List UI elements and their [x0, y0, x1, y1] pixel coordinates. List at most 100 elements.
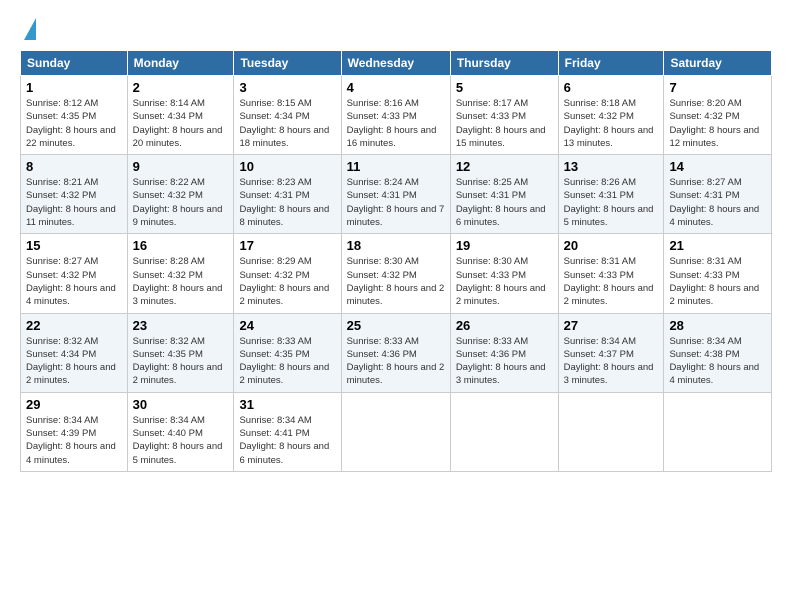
day-number: 13	[564, 159, 659, 174]
day-detail: Sunrise: 8:33 AMSunset: 4:35 PMDaylight:…	[239, 335, 335, 388]
day-detail: Sunrise: 8:24 AMSunset: 4:31 PMDaylight:…	[347, 176, 445, 229]
calendar-week-5: 29 Sunrise: 8:34 AMSunset: 4:39 PMDayligh…	[21, 392, 772, 471]
day-detail: Sunrise: 8:22 AMSunset: 4:32 PMDaylight:…	[133, 176, 229, 229]
day-detail: Sunrise: 8:27 AMSunset: 4:31 PMDaylight:…	[669, 176, 766, 229]
day-23: 23Sunrise: 8:32 AMSunset: 4:35 PMDayligh…	[127, 313, 234, 392]
calendar-week-2: 8 Sunrise: 8:21 AMSunset: 4:32 PMDaylight…	[21, 155, 772, 234]
day-detail: Sunrise: 8:34 AMSunset: 4:37 PMDaylight:…	[564, 335, 659, 388]
day-number: 1	[26, 80, 122, 95]
calendar-table: Sunday Monday Tuesday Wednesday Thursday…	[20, 50, 772, 472]
day-21: 21Sunrise: 8:31 AMSunset: 4:33 PMDayligh…	[664, 234, 772, 313]
empty-cell	[341, 392, 450, 471]
day-number: 12	[456, 159, 553, 174]
day-14: 14 Sunrise: 8:27 AMSunset: 4:31 PMDayligh…	[664, 155, 772, 234]
day-number: 11	[347, 159, 445, 174]
day-detail: Sunrise: 8:34 AMSunset: 4:38 PMDaylight:…	[669, 335, 766, 388]
day-detail: Sunrise: 8:33 AMSunset: 4:36 PMDaylight:…	[347, 335, 445, 388]
header-saturday: Saturday	[664, 51, 772, 76]
empty-cell	[450, 392, 558, 471]
day-4: 4Sunrise: 8:16 AMSunset: 4:33 PMDaylight…	[341, 76, 450, 155]
day-number: 31	[239, 397, 335, 412]
day-number: 7	[669, 80, 766, 95]
day-detail: Sunrise: 8:17 AMSunset: 4:33 PMDaylight:…	[456, 97, 553, 150]
day-number: 4	[347, 80, 445, 95]
day-detail: Sunrise: 8:29 AMSunset: 4:32 PMDaylight:…	[239, 255, 335, 308]
day-number: 24	[239, 318, 335, 333]
day-number: 9	[133, 159, 229, 174]
day-detail: Sunrise: 8:30 AMSunset: 4:33 PMDaylight:…	[456, 255, 553, 308]
page: Sunday Monday Tuesday Wednesday Thursday…	[0, 0, 792, 612]
day-20: 20 Sunrise: 8:31 AMSunset: 4:33 PMDayligh…	[558, 234, 664, 313]
day-19: 19 Sunrise: 8:30 AMSunset: 4:33 PMDayligh…	[450, 234, 558, 313]
day-17: 17Sunrise: 8:29 AMSunset: 4:32 PMDayligh…	[234, 234, 341, 313]
day-10: 10 Sunrise: 8:23 AMSunset: 4:31 PMDayligh…	[234, 155, 341, 234]
day-detail: Sunrise: 8:31 AMSunset: 4:33 PMDaylight:…	[564, 255, 659, 308]
day-number: 27	[564, 318, 659, 333]
day-detail: Sunrise: 8:34 AMSunset: 4:39 PMDaylight:…	[26, 414, 122, 467]
header-wednesday: Wednesday	[341, 51, 450, 76]
day-number: 25	[347, 318, 445, 333]
day-detail: Sunrise: 8:28 AMSunset: 4:32 PMDaylight:…	[133, 255, 229, 308]
empty-cell	[558, 392, 664, 471]
day-26: 26 Sunrise: 8:33 AMSunset: 4:36 PMDayligh…	[450, 313, 558, 392]
day-number: 29	[26, 397, 122, 412]
day-number: 6	[564, 80, 659, 95]
day-detail: Sunrise: 8:14 AMSunset: 4:34 PMDaylight:…	[133, 97, 229, 150]
day-22: 22Sunrise: 8:32 AMSunset: 4:34 PMDayligh…	[21, 313, 128, 392]
day-15: 15 Sunrise: 8:27 AMSunset: 4:32 PMDayligh…	[21, 234, 128, 313]
day-28: 28 Sunrise: 8:34 AMSunset: 4:38 PMDayligh…	[664, 313, 772, 392]
day-number: 26	[456, 318, 553, 333]
day-detail: Sunrise: 8:25 AMSunset: 4:31 PMDaylight:…	[456, 176, 553, 229]
logo-triangle-icon	[24, 18, 36, 40]
calendar-week-1: 1 Sunrise: 8:12 AMSunset: 4:35 PMDaylight…	[21, 76, 772, 155]
day-number: 8	[26, 159, 122, 174]
day-30: 30 Sunrise: 8:34 AMSunset: 4:40 PMDayligh…	[127, 392, 234, 471]
day-number: 28	[669, 318, 766, 333]
day-number: 20	[564, 238, 659, 253]
day-detail: Sunrise: 8:20 AMSunset: 4:32 PMDaylight:…	[669, 97, 766, 150]
day-7: 7 Sunrise: 8:20 AMSunset: 4:32 PMDaylight…	[664, 76, 772, 155]
day-number: 3	[239, 80, 335, 95]
day-9: 9 Sunrise: 8:22 AMSunset: 4:32 PMDaylight…	[127, 155, 234, 234]
day-detail: Sunrise: 8:23 AMSunset: 4:31 PMDaylight:…	[239, 176, 335, 229]
day-detail: Sunrise: 8:30 AMSunset: 4:32 PMDaylight:…	[347, 255, 445, 308]
day-18: 18Sunrise: 8:30 AMSunset: 4:32 PMDayligh…	[341, 234, 450, 313]
header-sunday: Sunday	[21, 51, 128, 76]
day-number: 10	[239, 159, 335, 174]
day-3: 3 Sunrise: 8:15 AMSunset: 4:34 PMDaylight…	[234, 76, 341, 155]
calendar-week-4: 22Sunrise: 8:32 AMSunset: 4:34 PMDayligh…	[21, 313, 772, 392]
day-detail: Sunrise: 8:21 AMSunset: 4:32 PMDaylight:…	[26, 176, 122, 229]
header-friday: Friday	[558, 51, 664, 76]
day-2: 2 Sunrise: 8:14 AMSunset: 4:34 PMDaylight…	[127, 76, 234, 155]
day-1: 1 Sunrise: 8:12 AMSunset: 4:35 PMDaylight…	[21, 76, 128, 155]
day-detail: Sunrise: 8:33 AMSunset: 4:36 PMDaylight:…	[456, 335, 553, 388]
day-detail: Sunrise: 8:26 AMSunset: 4:31 PMDaylight:…	[564, 176, 659, 229]
day-number: 16	[133, 238, 229, 253]
day-31: 31Sunrise: 8:34 AMSunset: 4:41 PMDayligh…	[234, 392, 341, 471]
header-tuesday: Tuesday	[234, 51, 341, 76]
day-number: 23	[133, 318, 229, 333]
day-25: 25 Sunrise: 8:33 AMSunset: 4:36 PMDayligh…	[341, 313, 450, 392]
calendar-header-row: Sunday Monday Tuesday Wednesday Thursday…	[21, 51, 772, 76]
day-number: 30	[133, 397, 229, 412]
day-number: 2	[133, 80, 229, 95]
header-thursday: Thursday	[450, 51, 558, 76]
day-detail: Sunrise: 8:27 AMSunset: 4:32 PMDaylight:…	[26, 255, 122, 308]
day-24: 24 Sunrise: 8:33 AMSunset: 4:35 PMDayligh…	[234, 313, 341, 392]
header-monday: Monday	[127, 51, 234, 76]
day-detail: Sunrise: 8:34 AMSunset: 4:40 PMDaylight:…	[133, 414, 229, 467]
day-detail: Sunrise: 8:15 AMSunset: 4:34 PMDaylight:…	[239, 97, 335, 150]
day-number: 19	[456, 238, 553, 253]
day-27: 27 Sunrise: 8:34 AMSunset: 4:37 PMDayligh…	[558, 313, 664, 392]
day-detail: Sunrise: 8:12 AMSunset: 4:35 PMDaylight:…	[26, 97, 122, 150]
day-13: 13 Sunrise: 8:26 AMSunset: 4:31 PMDayligh…	[558, 155, 664, 234]
header	[20, 16, 772, 40]
day-6: 6Sunrise: 8:18 AMSunset: 4:32 PMDaylight…	[558, 76, 664, 155]
day-number: 21	[669, 238, 766, 253]
day-29: 29 Sunrise: 8:34 AMSunset: 4:39 PMDayligh…	[21, 392, 128, 471]
day-12: 12 Sunrise: 8:25 AMSunset: 4:31 PMDayligh…	[450, 155, 558, 234]
day-11: 11 Sunrise: 8:24 AMSunset: 4:31 PMDayligh…	[341, 155, 450, 234]
day-number: 14	[669, 159, 766, 174]
day-number: 15	[26, 238, 122, 253]
empty-cell	[664, 392, 772, 471]
